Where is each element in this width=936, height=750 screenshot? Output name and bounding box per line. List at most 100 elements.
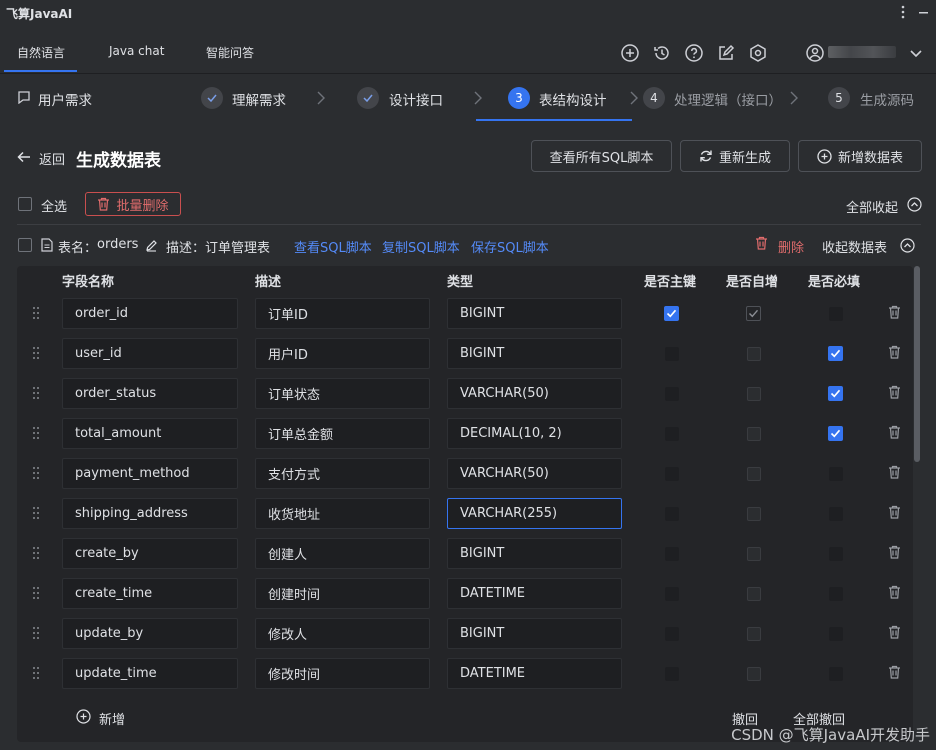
settings-icon[interactable] xyxy=(747,42,769,64)
step-4-label[interactable]: 处理逻辑（接口） xyxy=(674,89,782,109)
field-name-input[interactable]: create_by xyxy=(62,538,238,569)
required-checkbox[interactable] xyxy=(829,667,843,681)
field-name-input[interactable]: order_id xyxy=(62,298,238,329)
chevron-down-icon[interactable] xyxy=(905,42,927,64)
field-desc-input[interactable]: 修改人 xyxy=(255,618,430,649)
more-options-icon[interactable] xyxy=(896,4,910,20)
collapse-up-icon[interactable] xyxy=(907,197,922,212)
batch-delete-button[interactable]: 批量删除 xyxy=(85,192,181,216)
field-type-input[interactable]: VARCHAR(50) xyxy=(447,378,622,409)
auto-increment-checkbox[interactable] xyxy=(747,587,761,601)
trash-icon[interactable] xyxy=(755,236,768,250)
table-select-checkbox[interactable] xyxy=(18,238,32,252)
field-type-input[interactable]: BIGINT xyxy=(447,538,622,569)
primary-key-checkbox[interactable] xyxy=(665,427,679,441)
drag-handle-icon[interactable] xyxy=(31,586,41,600)
save-sql-link[interactable]: 保存SQL脚本 xyxy=(471,237,549,256)
primary-key-checkbox[interactable] xyxy=(665,547,679,561)
field-name-input[interactable]: update_by xyxy=(62,618,238,649)
required-checkbox[interactable] xyxy=(829,467,843,481)
add-circle-icon[interactable] xyxy=(76,709,91,724)
field-name-input[interactable]: payment_method xyxy=(62,458,238,489)
auto-increment-checkbox[interactable] xyxy=(747,507,761,521)
minimize-icon[interactable] xyxy=(916,4,930,20)
field-name-input[interactable]: create_time xyxy=(62,578,238,609)
add-icon[interactable] xyxy=(619,42,641,64)
auto-increment-checkbox[interactable] xyxy=(747,547,761,561)
delete-row-icon[interactable] xyxy=(888,625,901,639)
tab-natural-language[interactable]: 自然语言 xyxy=(17,44,65,61)
auto-increment-checkbox[interactable] xyxy=(747,667,761,681)
add-field-button[interactable]: 新增 xyxy=(99,709,125,728)
required-checkbox[interactable] xyxy=(828,386,843,401)
delete-table-link[interactable]: 删除 xyxy=(778,237,804,256)
edit-icon[interactable] xyxy=(715,42,737,64)
primary-key-checkbox[interactable] xyxy=(665,507,679,521)
history-icon[interactable] xyxy=(651,42,673,64)
field-desc-input[interactable]: 支付方式 xyxy=(255,458,430,489)
auto-increment-checkbox[interactable] xyxy=(747,627,761,641)
auto-increment-checkbox[interactable] xyxy=(747,347,761,361)
primary-key-checkbox[interactable] xyxy=(665,467,679,481)
drag-handle-icon[interactable] xyxy=(31,306,41,320)
primary-key-checkbox[interactable] xyxy=(665,627,679,641)
tab-smart-qa[interactable]: 智能问答 xyxy=(206,44,254,61)
field-type-input[interactable]: VARCHAR(50) xyxy=(447,458,622,489)
delete-row-icon[interactable] xyxy=(888,505,901,519)
field-name-input[interactable]: update_time xyxy=(62,658,238,689)
field-desc-input[interactable]: 订单状态 xyxy=(255,378,430,409)
add-table-button[interactable]: 新增数据表 xyxy=(798,140,922,172)
collapse-table-icon[interactable] xyxy=(900,238,915,253)
required-checkbox[interactable] xyxy=(829,307,843,321)
auto-increment-checkbox[interactable] xyxy=(747,467,761,481)
step-3-label[interactable]: 表结构设计 xyxy=(539,89,607,109)
field-name-input[interactable]: total_amount xyxy=(62,418,238,449)
field-desc-input[interactable]: 创建时间 xyxy=(255,578,430,609)
step-2-label[interactable]: 设计接口 xyxy=(389,89,443,109)
primary-key-checkbox[interactable] xyxy=(665,667,679,681)
field-desc-input[interactable]: 订单总金额 xyxy=(255,418,430,449)
view-sql-link[interactable]: 查看SQL脚本 xyxy=(294,237,372,256)
step-5-label[interactable]: 生成源码 xyxy=(860,89,914,109)
required-checkbox[interactable] xyxy=(828,426,843,441)
auto-increment-checkbox[interactable] xyxy=(747,387,761,401)
scrollbar[interactable] xyxy=(914,266,920,462)
field-name-input[interactable]: order_status xyxy=(62,378,238,409)
select-all-checkbox[interactable] xyxy=(18,197,32,211)
edit-name-icon[interactable] xyxy=(145,239,158,252)
auto-increment-checkbox[interactable] xyxy=(746,306,761,321)
back-arrow-icon[interactable] xyxy=(17,150,31,164)
field-desc-input[interactable]: 创建人 xyxy=(255,538,430,569)
drag-handle-icon[interactable] xyxy=(31,666,41,680)
field-name-input[interactable]: user_id xyxy=(62,338,238,369)
required-checkbox[interactable] xyxy=(829,547,843,561)
drag-handle-icon[interactable] xyxy=(31,426,41,440)
field-type-input[interactable]: VARCHAR(255) xyxy=(447,498,622,529)
collapse-all-label[interactable]: 全部收起 xyxy=(846,197,898,216)
drag-handle-icon[interactable] xyxy=(31,466,41,480)
field-name-input[interactable]: shipping_address xyxy=(62,498,238,529)
help-icon[interactable] xyxy=(683,42,705,64)
copy-sql-link[interactable]: 复制SQL脚本 xyxy=(382,237,460,256)
step-1-label[interactable]: 理解需求 xyxy=(232,89,286,109)
auto-increment-checkbox[interactable] xyxy=(747,427,761,441)
drag-handle-icon[interactable] xyxy=(31,626,41,640)
field-desc-input[interactable]: 修改时间 xyxy=(255,658,430,689)
field-desc-input[interactable]: 用户ID xyxy=(255,338,430,369)
view-all-sql-button[interactable]: 查看所有SQL脚本 xyxy=(531,140,672,172)
required-checkbox[interactable] xyxy=(829,587,843,601)
primary-key-checkbox[interactable] xyxy=(664,306,679,321)
delete-row-icon[interactable] xyxy=(888,665,901,679)
primary-key-checkbox[interactable] xyxy=(665,587,679,601)
field-type-input[interactable]: DECIMAL(10, 2) xyxy=(447,418,622,449)
delete-row-icon[interactable] xyxy=(888,585,901,599)
field-desc-input[interactable]: 订单ID xyxy=(255,298,430,329)
delete-row-icon[interactable] xyxy=(888,385,901,399)
tab-java-chat[interactable]: Java chat xyxy=(109,44,164,58)
field-type-input[interactable]: DATETIME xyxy=(447,658,622,689)
field-type-input[interactable]: DATETIME xyxy=(447,578,622,609)
regenerate-button[interactable]: 重新生成 xyxy=(680,140,790,172)
user-avatar-icon[interactable] xyxy=(804,42,826,64)
drag-handle-icon[interactable] xyxy=(31,386,41,400)
primary-key-checkbox[interactable] xyxy=(665,387,679,401)
